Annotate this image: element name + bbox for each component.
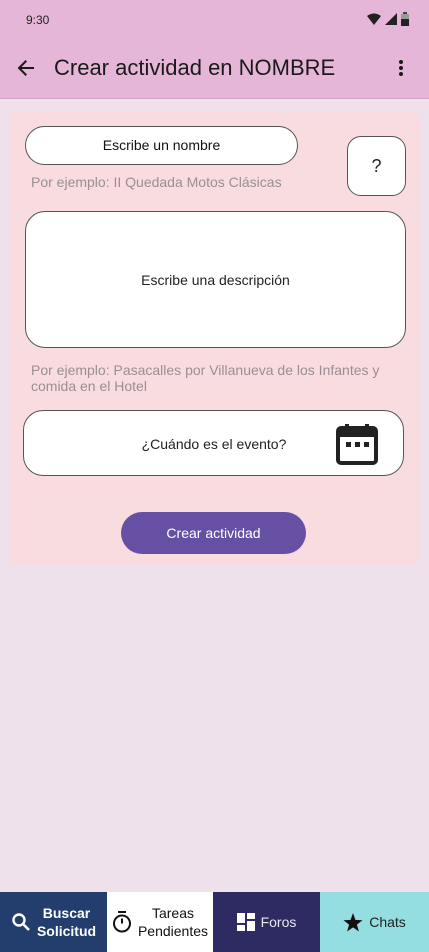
help-button[interactable]: ? (347, 136, 406, 196)
nav-buscar-line2: Solicitud (36, 923, 97, 939)
back-button[interactable] (12, 54, 40, 82)
nav-chats[interactable]: Chats (320, 892, 429, 952)
nav-chats-label: Chats (369, 914, 406, 930)
more-options-button[interactable] (393, 54, 409, 82)
name-hint: Por ejemplo: II Quedada Motos Clásicas (31, 174, 282, 190)
nav-tareas-label: Tareas Pendientes (138, 904, 208, 940)
description-input[interactable]: Escribe una descripción (25, 211, 406, 348)
event-date-field[interactable]: ¿Cuándo es el evento? (23, 410, 404, 476)
nav-buscar-line1: Buscar (42, 905, 91, 921)
more-vert-icon (399, 60, 403, 76)
description-hint: Por ejemplo: Pasacalles por Villanueva d… (31, 362, 380, 394)
page-title: Crear actividad en NOMBRE (54, 55, 336, 80)
dashboard-icon (236, 913, 255, 931)
description-placeholder: Escribe una descripción (141, 271, 290, 288)
nav-foros[interactable]: Foros (213, 892, 320, 952)
status-time: 9:30 (26, 13, 50, 27)
battery-icon (401, 12, 409, 26)
bottom-nav: Buscar Solicitud Tareas Pendientes Foros… (0, 892, 429, 952)
nav-tareas-pendientes[interactable]: Tareas Pendientes (107, 892, 213, 952)
create-activity-button[interactable]: Crear actividad (121, 512, 306, 554)
signal-icon (385, 13, 397, 25)
status-icons (367, 12, 409, 26)
app-bar: Crear actividad en NOMBRE (0, 40, 429, 99)
nav-foros-label: Foros (260, 914, 297, 930)
wifi-icon (367, 13, 381, 25)
nav-buscar-solicitud[interactable]: Buscar Solicitud (0, 892, 107, 952)
status-bar: 9:30 (0, 0, 429, 40)
back-arrow-icon (17, 60, 34, 76)
timer-icon (112, 911, 131, 933)
nav-tareas-line1: Tareas (151, 905, 195, 921)
name-input[interactable]: Escribe un nombre (25, 126, 298, 165)
calendar-icon[interactable] (336, 423, 378, 465)
search-icon (12, 913, 30, 931)
nav-buscar-label: Buscar Solicitud (37, 904, 96, 940)
star-icon (343, 912, 363, 931)
nav-tareas-line2: Pendientes (137, 923, 209, 939)
